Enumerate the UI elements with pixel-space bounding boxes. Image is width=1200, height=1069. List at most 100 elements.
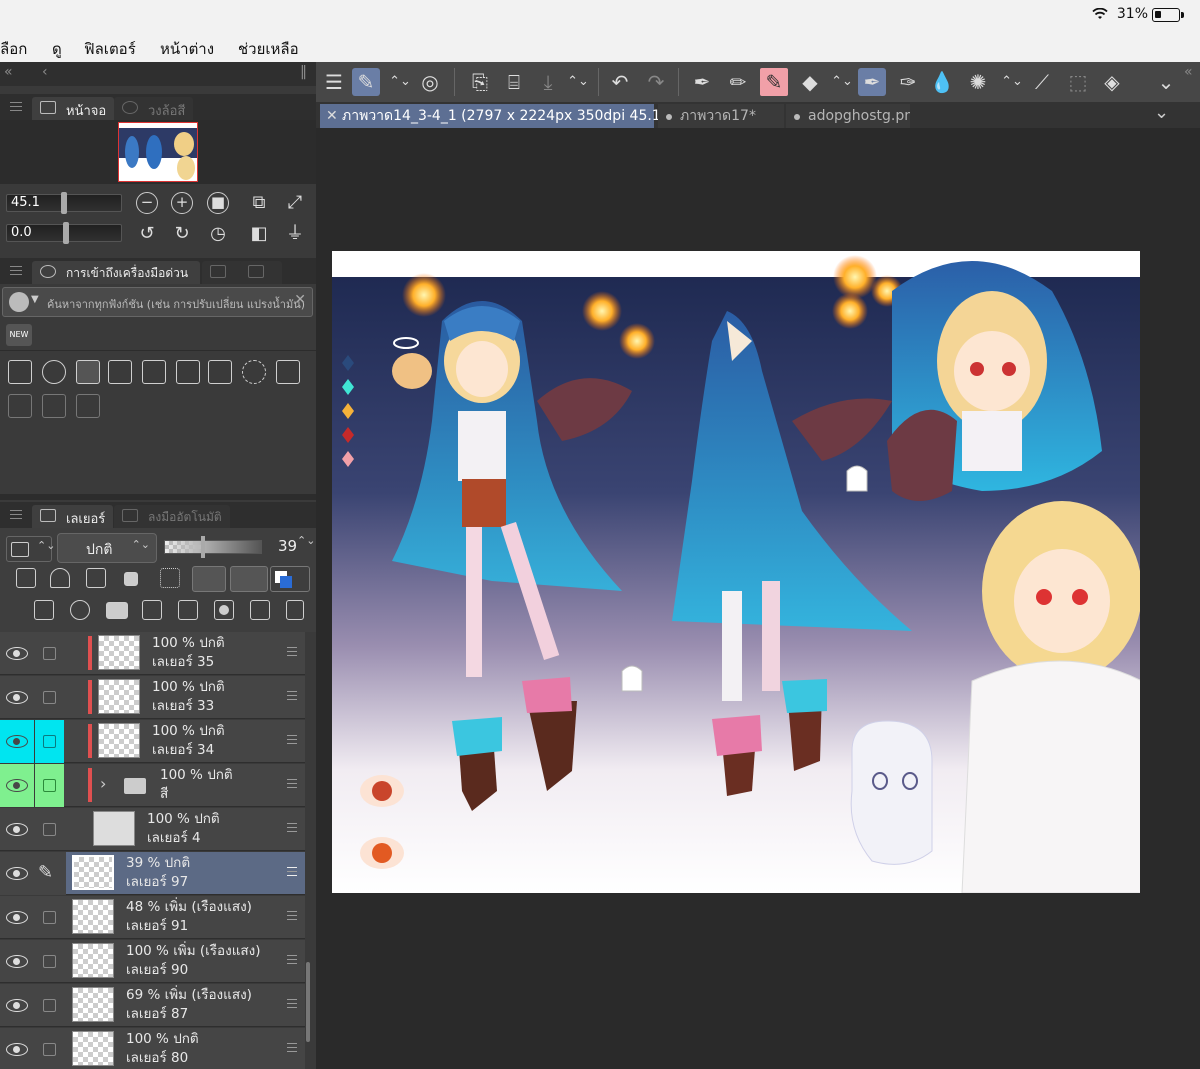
layer-row[interactable]: 100 % ปกติ เลเยอร์ 35 <box>0 632 305 675</box>
flip-vertical-icon[interactable]: ⏚ <box>284 223 306 245</box>
doc-tab-active[interactable]: ✕ ภาพวาด14_3-4_1 (2797 x 2224px 350dpi 4… <box>320 104 679 128</box>
paste-icon[interactable] <box>8 394 32 418</box>
panel-menu-icon[interactable] <box>10 510 22 519</box>
layer-row[interactable]: 100 % ปกติ เลเยอร์ 4 <box>0 808 305 851</box>
tab-layers[interactable]: เลเยอร์ <box>32 505 114 528</box>
blend-mode-select[interactable]: ปกติ ⌃⌄ <box>57 533 157 563</box>
chevron-down-icon[interactable]: ▼ <box>31 294 39 305</box>
layer-lock-checkbox[interactable] <box>43 999 56 1012</box>
layer-menu-icon[interactable] <box>287 867 297 876</box>
brush-tool-icon[interactable]: ✒ <box>858 68 886 96</box>
layer-menu-icon[interactable] <box>287 999 297 1008</box>
layer-row[interactable]: 48 % เพิ่ม (เรืองแสง) เลเยอร์ 91 <box>0 896 305 939</box>
layer-menu-icon[interactable] <box>287 1043 297 1052</box>
layer-menu-icon[interactable] <box>287 735 297 744</box>
chevron-down-icon[interactable]: ⌄ <box>1152 68 1180 96</box>
layer-row[interactable]: 100 % ปกติ เลเยอร์ 33 <box>0 676 305 719</box>
panel-menu-icon[interactable] <box>10 102 22 111</box>
eyedropper-icon[interactable]: ⟋ <box>1028 68 1056 96</box>
layer-scrollbar[interactable] <box>306 962 310 1042</box>
combine-lower-icon[interactable] <box>178 600 198 620</box>
stepper-icon[interactable]: ⌃⌄ <box>828 68 856 96</box>
layer-menu-icon[interactable] <box>287 647 297 656</box>
panel-menu-icon[interactable] <box>10 266 22 275</box>
lock-transparency-icon[interactable] <box>160 568 180 588</box>
visibility-eye-icon[interactable] <box>6 1043 28 1056</box>
visibility-eye-icon[interactable] <box>6 779 28 792</box>
layer-menu-icon[interactable] <box>287 823 297 832</box>
reset-rotation-icon[interactable]: ◷ <box>207 223 229 245</box>
layer-row-selected[interactable]: 39 % ปกติ เลเยอร์ 97 <box>66 852 305 895</box>
lasso-icon[interactable] <box>42 360 66 384</box>
pencil-tool-icon[interactable]: ✏ <box>724 68 752 96</box>
stepper-icon[interactable]: ⌃⌄ <box>297 534 315 547</box>
layer-color-select[interactable]: ⌃⌄ <box>6 536 55 562</box>
rotation-slider[interactable]: 0.0 <box>6 222 122 244</box>
dock-grip-icon[interactable]: ‖ <box>300 64 307 80</box>
transfer-lower-icon[interactable] <box>142 600 162 620</box>
layer-folder-row[interactable]: › 100 % ปกติ สี <box>0 764 305 807</box>
fill-bucket-icon[interactable]: ◈ <box>1098 68 1126 96</box>
layer-lock-checkbox[interactable] <box>43 647 56 660</box>
tab-layer-property[interactable] <box>240 261 282 284</box>
tab-color-wheel[interactable]: วงล้อสี <box>114 97 194 120</box>
zoom-out-icon[interactable]: − <box>136 192 158 214</box>
tab-quick-access[interactable]: การเข้าถึงเครื่องมือด่วน <box>32 261 200 284</box>
layer-menu-icon[interactable] <box>287 779 297 788</box>
stepper-icon[interactable]: ⌃⌄ <box>386 68 414 96</box>
scale-rotate-icon[interactable] <box>208 360 232 384</box>
new-vector-layer-icon[interactable] <box>70 600 90 620</box>
layer-row[interactable]: 100 % ปกติ เลเยอร์ 34 <box>0 720 305 763</box>
collapse-right-icon[interactable]: « <box>1184 64 1193 80</box>
eraser-icon[interactable]: ◆ <box>796 68 824 96</box>
collapse-all-icon[interactable]: « <box>4 64 13 80</box>
zoom-slider[interactable]: 45.1 <box>6 192 122 214</box>
layer-menu-icon[interactable] <box>287 955 297 964</box>
opacity-value[interactable]: 39 <box>278 537 297 555</box>
open-folder-icon[interactable]: ⌸ <box>500 68 528 96</box>
function-search-input[interactable]: ▼ ค้นหาจากทุกฟังก์ชัน (เช่น การปรับเปลี่… <box>2 287 313 317</box>
draft-layer-icon[interactable] <box>86 568 106 588</box>
new-file-icon[interactable]: ⎘ <box>466 68 494 96</box>
sub-tool-icon[interactable]: ✎ <box>352 68 380 96</box>
stepper-icon[interactable]: ⌃⌄ <box>998 68 1026 96</box>
layer-menu-icon[interactable] <box>287 911 297 920</box>
collapse-icon[interactable]: ‹ <box>42 64 48 80</box>
chevron-right-icon[interactable]: › <box>100 774 106 793</box>
layer-lock-checkbox[interactable] <box>43 1043 56 1056</box>
rotate-right-icon[interactable]: ↻ <box>171 223 193 245</box>
fit-screen-icon[interactable]: ⤢ <box>284 192 306 214</box>
layer-lock-checkbox[interactable] <box>43 779 56 792</box>
flip-horizontal-icon[interactable]: ◧ <box>248 223 270 245</box>
redo-icon[interactable]: ↷ <box>642 68 670 96</box>
menu-window[interactable]: หน้าต่าง <box>160 37 214 61</box>
blend-tool-icon[interactable]: 💧 <box>928 68 956 96</box>
create-mask-icon[interactable] <box>214 600 234 620</box>
layer-lock-checkbox[interactable] <box>43 823 56 836</box>
loading-icon[interactable] <box>242 360 266 384</box>
layer-row[interactable]: 69 % เพิ่ม (เรืองแสง) เลเยอร์ 87 <box>0 984 305 1027</box>
visibility-eye-icon[interactable] <box>6 999 28 1012</box>
apply-mask-icon[interactable] <box>250 600 270 620</box>
stepper-icon[interactable]: ⌃⌄ <box>564 68 592 96</box>
navigator-thumbnail[interactable] <box>118 122 198 182</box>
delete-layer-icon[interactable] <box>286 600 304 620</box>
scale-settings-icon[interactable] <box>142 360 166 384</box>
copy-merged-icon[interactable] <box>42 394 66 418</box>
sparkle-tool-icon[interactable]: ✺ <box>964 68 992 96</box>
visibility-eye-icon[interactable] <box>6 955 28 968</box>
new-raster-layer-icon[interactable] <box>34 600 54 620</box>
free-transform-icon[interactable] <box>176 360 200 384</box>
menu-filter[interactable]: ฟิลเตอร์ <box>84 37 136 61</box>
save-icon[interactable]: ⤓ <box>534 68 562 96</box>
clear-search-icon[interactable]: ✕ <box>294 292 306 308</box>
visibility-eye-icon[interactable] <box>6 911 28 924</box>
mask-enable-icon[interactable] <box>192 566 226 592</box>
doc-tab[interactable]: ภาพวาด17* <box>658 104 784 128</box>
layer-lock-checkbox[interactable] <box>43 955 56 968</box>
tab-navigator[interactable]: หน้าจอ <box>32 97 115 120</box>
tab-auto-action[interactable]: ลงมืออัตโนมัติ <box>114 505 230 528</box>
paste-new-layer-icon[interactable] <box>76 394 100 418</box>
visibility-eye-icon[interactable] <box>6 735 28 748</box>
fit-window-icon[interactable]: ⧉ <box>248 192 270 214</box>
